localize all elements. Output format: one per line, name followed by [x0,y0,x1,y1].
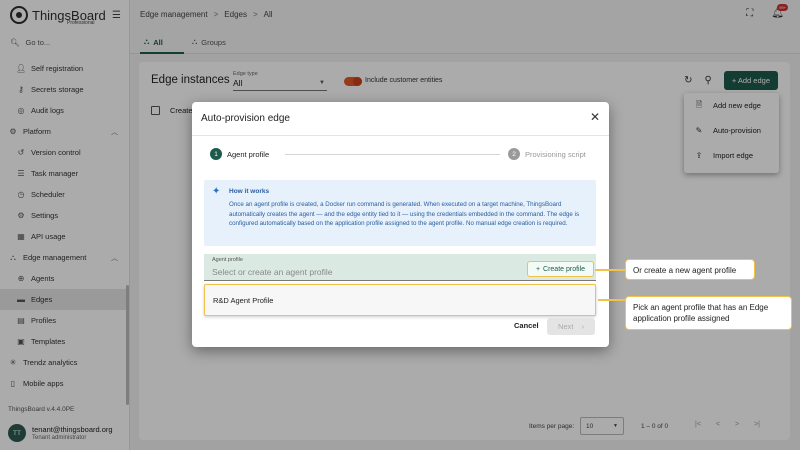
close-icon[interactable]: ✕ [590,110,600,124]
agent-profile-options: R&D Agent Profile [204,284,596,316]
agent-profile-input[interactable]: Select or create an agent profile [212,267,333,277]
plus-icon: + [535,265,541,273]
step-2-label[interactable]: Provisioning script [525,150,586,159]
dialog-title: Auto-provision edge [201,113,290,124]
callout-pick-profile: Pick an agent profile that has an Edge a… [625,296,792,330]
sparkle-icon: ✦ [212,186,221,197]
step-1-indicator[interactable]: 1 [210,148,222,160]
info-box: ✦ How it works Once an agent profile is … [204,180,596,246]
step-connector [285,154,500,155]
agent-profile-label: Agent profile [212,257,243,263]
agent-profile-field[interactable]: Agent profile Select or create an agent … [204,254,596,281]
create-profile-button[interactable]: + Create profile [527,261,594,277]
stepper: 1 Agent profile 2 Provisioning script [210,148,591,162]
callout-connector [598,299,625,301]
auto-provision-dialog: Auto-provision edge ✕ 1 Agent profile 2 … [192,102,609,347]
list-item[interactable]: R&D Agent Profile [213,296,273,305]
cancel-button[interactable]: Cancel [514,321,539,330]
info-text: Once an agent profile is created, a Dock… [229,201,580,228]
callout-connector [595,269,625,271]
info-title: How it works [229,188,270,195]
next-button[interactable]: Next › [547,318,595,335]
callout-create-profile: Or create a new agent profile [625,259,755,280]
divider [192,135,609,136]
chevron-right-icon: › [581,322,584,331]
step-1-label[interactable]: Agent profile [227,150,269,159]
step-2-indicator[interactable]: 2 [508,148,520,160]
